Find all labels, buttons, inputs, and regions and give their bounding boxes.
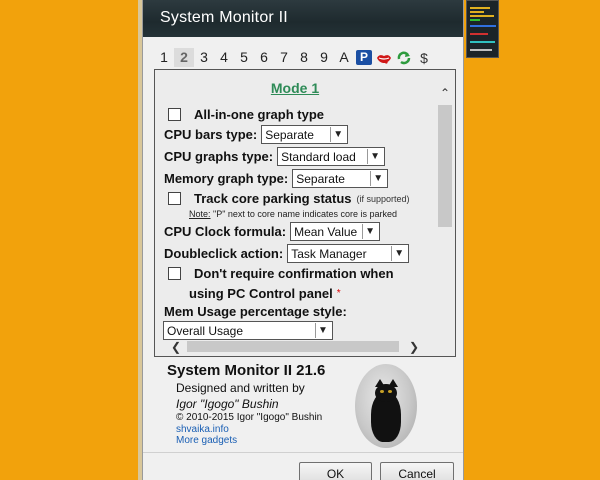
track-core-checkbox[interactable] <box>168 192 181 205</box>
mode-title-link[interactable]: Mode 1 <box>155 80 435 96</box>
tab-refresh[interactable] <box>394 48 414 67</box>
tab-4[interactable]: 4 <box>214 48 234 67</box>
track-core-hint: (if supported) <box>356 193 410 204</box>
note-label: Note: <box>189 209 211 219</box>
memory-graph-select[interactable]: Separate ▼ <box>292 169 389 188</box>
scroll-up-icon[interactable]: ⌃ <box>440 86 450 100</box>
lips-icon <box>377 54 391 64</box>
tab-parking[interactable]: P <box>354 48 374 67</box>
mem-usage-select[interactable]: Overall Usage ▼ <box>163 321 333 340</box>
about-title: System Monitor II 21.6 <box>167 362 326 379</box>
confirm-label: Don't require confirmation when <box>194 266 394 281</box>
chevron-down-icon: ▼ <box>315 323 330 338</box>
confirm-row-2: using PC Control panel * <box>189 286 341 301</box>
tab-2[interactable]: 2 <box>174 48 194 67</box>
memory-graph-row: Memory graph type: Separate ▼ <box>164 169 389 188</box>
tab-lips[interactable] <box>374 48 394 67</box>
cpu-bars-select[interactable]: Separate ▼ <box>261 125 349 144</box>
settings-panel: Mode 1 ⌃ All-in-one graph type CPU bars … <box>154 69 456 357</box>
chevron-down-icon: ▼ <box>362 224 377 239</box>
cpu-bars-row: CPU bars type: Separate ▼ <box>164 125 349 144</box>
doubleclick-row: Doubleclick action: Task Manager ▼ <box>164 244 410 263</box>
tab-3[interactable]: 3 <box>194 48 214 67</box>
tab-donate[interactable]: $ <box>414 48 434 67</box>
cpu-bars-label: CPU bars type: <box>164 127 258 142</box>
cpu-graphs-row: CPU graphs type: Standard load ▼ <box>164 147 386 166</box>
cpu-clock-select[interactable]: Mean Value ▼ <box>290 222 381 241</box>
track-core-row: Track core parking status (if supported) <box>164 191 410 206</box>
confirm-row: Don't require confirmation when <box>164 266 394 281</box>
window-title: System Monitor II <box>143 0 463 37</box>
mem-usage-value: Overall Usage <box>167 323 244 338</box>
tab-9[interactable]: 9 <box>314 48 334 67</box>
note-text: "P" next to core name indicates core is … <box>210 209 397 219</box>
horizontal-scrollbar-thumb[interactable] <box>187 341 399 352</box>
author-name: Igor "Igogo" Bushin <box>176 397 279 411</box>
scroll-left-icon[interactable]: ❮ <box>171 340 181 354</box>
ok-button[interactable]: OK <box>299 462 372 480</box>
doubleclick-label: Doubleclick action: <box>164 246 284 261</box>
mem-usage-label: Mem Usage percentage style: <box>164 304 347 319</box>
footer-divider <box>143 452 463 453</box>
mem-usage-row: Mem Usage percentage style: <box>164 304 347 319</box>
all-in-one-row: All-in-one graph type <box>164 107 324 122</box>
site-link[interactable]: shvaika.info <box>176 424 229 435</box>
tab-7[interactable]: 7 <box>274 48 294 67</box>
cpu-graphs-value: Standard load <box>281 149 356 164</box>
parking-note: Note: "P" next to core name indicates co… <box>189 209 397 219</box>
author-cat-photo <box>355 364 417 448</box>
tab-5[interactable]: 5 <box>234 48 254 67</box>
more-gadgets-link[interactable]: More gadgets <box>176 435 237 446</box>
chevron-down-icon: ▼ <box>367 149 382 164</box>
track-core-label: Track core parking status <box>194 191 352 206</box>
designed-by: Designed and written by <box>176 381 305 395</box>
all-in-one-label: All-in-one graph type <box>194 107 324 122</box>
settings-window: System Monitor II 1 2 3 4 5 6 7 8 9 A P <box>142 0 464 480</box>
chevron-down-icon: ▼ <box>391 246 406 261</box>
doubleclick-value: Task Manager <box>291 246 367 261</box>
memory-graph-label: Memory graph type: <box>164 171 289 186</box>
confirm-label-2: using PC Control panel <box>189 286 333 301</box>
cpu-clock-value: Mean Value <box>294 224 358 239</box>
cpu-graphs-select[interactable]: Standard load ▼ <box>277 147 386 166</box>
dollar-icon: $ <box>420 49 428 66</box>
cpu-clock-label: CPU Clock formula: <box>164 224 287 239</box>
chevron-down-icon: ▼ <box>330 127 345 142</box>
doubleclick-select[interactable]: Task Manager ▼ <box>287 244 410 263</box>
tab-a[interactable]: A <box>334 48 354 67</box>
vertical-scrollbar-thumb[interactable] <box>438 105 452 227</box>
scroll-right-icon[interactable]: ❯ <box>409 340 419 354</box>
system-monitor-gadget-thumbnail[interactable] <box>466 0 499 58</box>
all-in-one-checkbox[interactable] <box>168 108 181 121</box>
copyright: © 2010-2015 Igor "Igogo" Bushin <box>176 412 323 423</box>
cpu-clock-row: CPU Clock formula: Mean Value ▼ <box>164 222 381 241</box>
tab-8[interactable]: 8 <box>294 48 314 67</box>
memory-graph-value: Separate <box>296 171 345 186</box>
cpu-bars-value: Separate <box>265 127 314 142</box>
chevron-down-icon: ▼ <box>370 171 385 186</box>
tab-1[interactable]: 1 <box>154 48 174 67</box>
cpu-graphs-label: CPU graphs type: <box>164 149 274 164</box>
cancel-button[interactable]: Cancel <box>380 462 454 480</box>
tab-6[interactable]: 6 <box>254 48 274 67</box>
refresh-icon <box>397 51 411 64</box>
tab-strip: 1 2 3 4 5 6 7 8 9 A P $ <box>154 48 434 67</box>
p-badge-icon: P <box>356 50 372 65</box>
confirm-checkbox[interactable] <box>168 267 181 280</box>
required-asterisk: * <box>336 288 341 299</box>
